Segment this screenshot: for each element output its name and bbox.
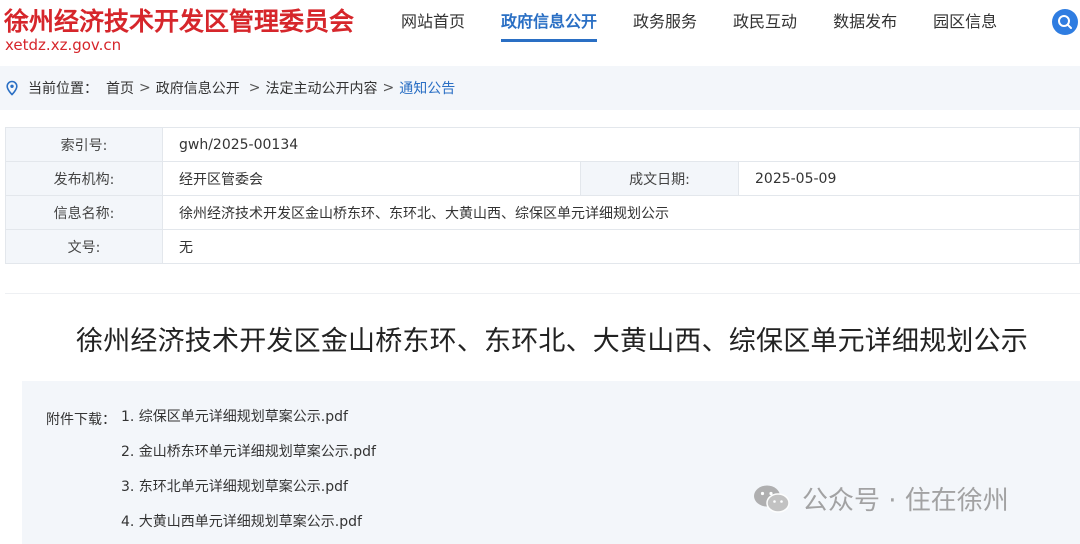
breadcrumb-separator: >	[382, 80, 395, 96]
nav-item-gov-info[interactable]: 政府信息公开	[485, 0, 613, 44]
table-row: 发布机构: 经开区管委会 成文日期: 2025-05-09	[5, 161, 1080, 196]
publisher-label: 发布机构:	[5, 161, 163, 196]
search-button[interactable]	[1052, 9, 1078, 35]
attachments-label: 附件下载：	[46, 412, 116, 428]
nav-item-home[interactable]: 网站首页	[385, 0, 481, 44]
attachment-link[interactable]: 2. 金山桥东环单元详细规划草案公示.pdf	[121, 444, 376, 479]
main-nav: 网站首页 政府信息公开 政务服务 政民互动 数据发布 园区信息	[385, 0, 1017, 52]
location-pin-icon	[4, 80, 20, 96]
site-domain: xetdz.xz.gov.cn	[5, 36, 122, 54]
attachment-link[interactable]: 1. 综保区单元详细规划草案公示.pdf	[121, 409, 376, 444]
attachment-link[interactable]: 4. 大黄山西单元详细规划草案公示.pdf	[121, 514, 376, 544]
index-value: gwh/2025-00134	[162, 127, 1080, 162]
nav-item-services[interactable]: 政务服务	[617, 0, 713, 44]
date-label: 成文日期:	[580, 161, 739, 196]
document-title: 徐州经济技术开发区金山桥东环、东环北、大黄山西、综保区单元详细规划公示	[76, 326, 1028, 357]
name-value: 徐州经济技术开发区金山桥东环、东环北、大黄山西、综保区单元详细规划公示	[162, 195, 1080, 230]
breadcrumb-separator: >	[248, 80, 261, 96]
breadcrumb-home[interactable]: 首页	[106, 78, 134, 98]
site-header: 徐州经济技术开发区管理委员会 xetdz.xz.gov.cn 网站首页 政府信息…	[0, 0, 1080, 66]
breadcrumb-statutory[interactable]: 法定主动公开内容	[265, 78, 377, 98]
index-label: 索引号:	[5, 127, 163, 162]
divider	[5, 293, 1080, 294]
attachments-list: 1. 综保区单元详细规划草案公示.pdf 2. 金山桥东环单元详细规划草案公示.…	[121, 409, 376, 544]
watermark-text: 公众号 · 住在徐州	[802, 486, 1009, 516]
breadcrumb-prefix: 当前位置：	[28, 81, 98, 97]
attachment-link[interactable]: 3. 东环北单元详细规划草案公示.pdf	[121, 479, 376, 514]
name-label: 信息名称:	[5, 195, 163, 230]
breadcrumb-notices[interactable]: 通知公告	[399, 78, 455, 98]
table-row: 信息名称: 徐州经济技术开发区金山桥东环、东环北、大黄山西、综保区单元详细规划公…	[5, 195, 1080, 230]
wechat-icon	[754, 485, 790, 513]
site-title[interactable]: 徐州经济技术开发区管理委员会	[4, 2, 354, 38]
nav-item-park-info[interactable]: 园区信息	[917, 0, 1013, 44]
date-value: 2025-05-09	[738, 161, 1080, 196]
attachments-panel: 附件下载： 1. 综保区单元详细规划草案公示.pdf 2. 金山桥东环单元详细规…	[22, 381, 1080, 544]
info-table: 索引号: gwh/2025-00134 发布机构: 经开区管委会 成文日期: 2…	[5, 127, 1080, 264]
watermark: 公众号 · 住在徐州	[752, 480, 1009, 517]
table-row: 索引号: gwh/2025-00134	[5, 127, 1080, 162]
breadcrumb-gov-info[interactable]: 政府信息公开	[156, 78, 240, 98]
breadcrumb: 当前位置： 首页 > 政府信息公开 > 法定主动公开内容 > 通知公告	[0, 66, 1080, 110]
nav-item-data[interactable]: 数据发布	[817, 0, 913, 44]
table-row: 文号: 无	[5, 229, 1080, 264]
breadcrumb-separator: >	[139, 80, 151, 96]
nav-item-interaction[interactable]: 政民互动	[717, 0, 813, 44]
search-icon	[1058, 15, 1072, 29]
publisher-value: 经开区管委会	[162, 161, 581, 196]
docno-label: 文号:	[5, 229, 163, 264]
docno-value: 无	[162, 229, 1080, 264]
